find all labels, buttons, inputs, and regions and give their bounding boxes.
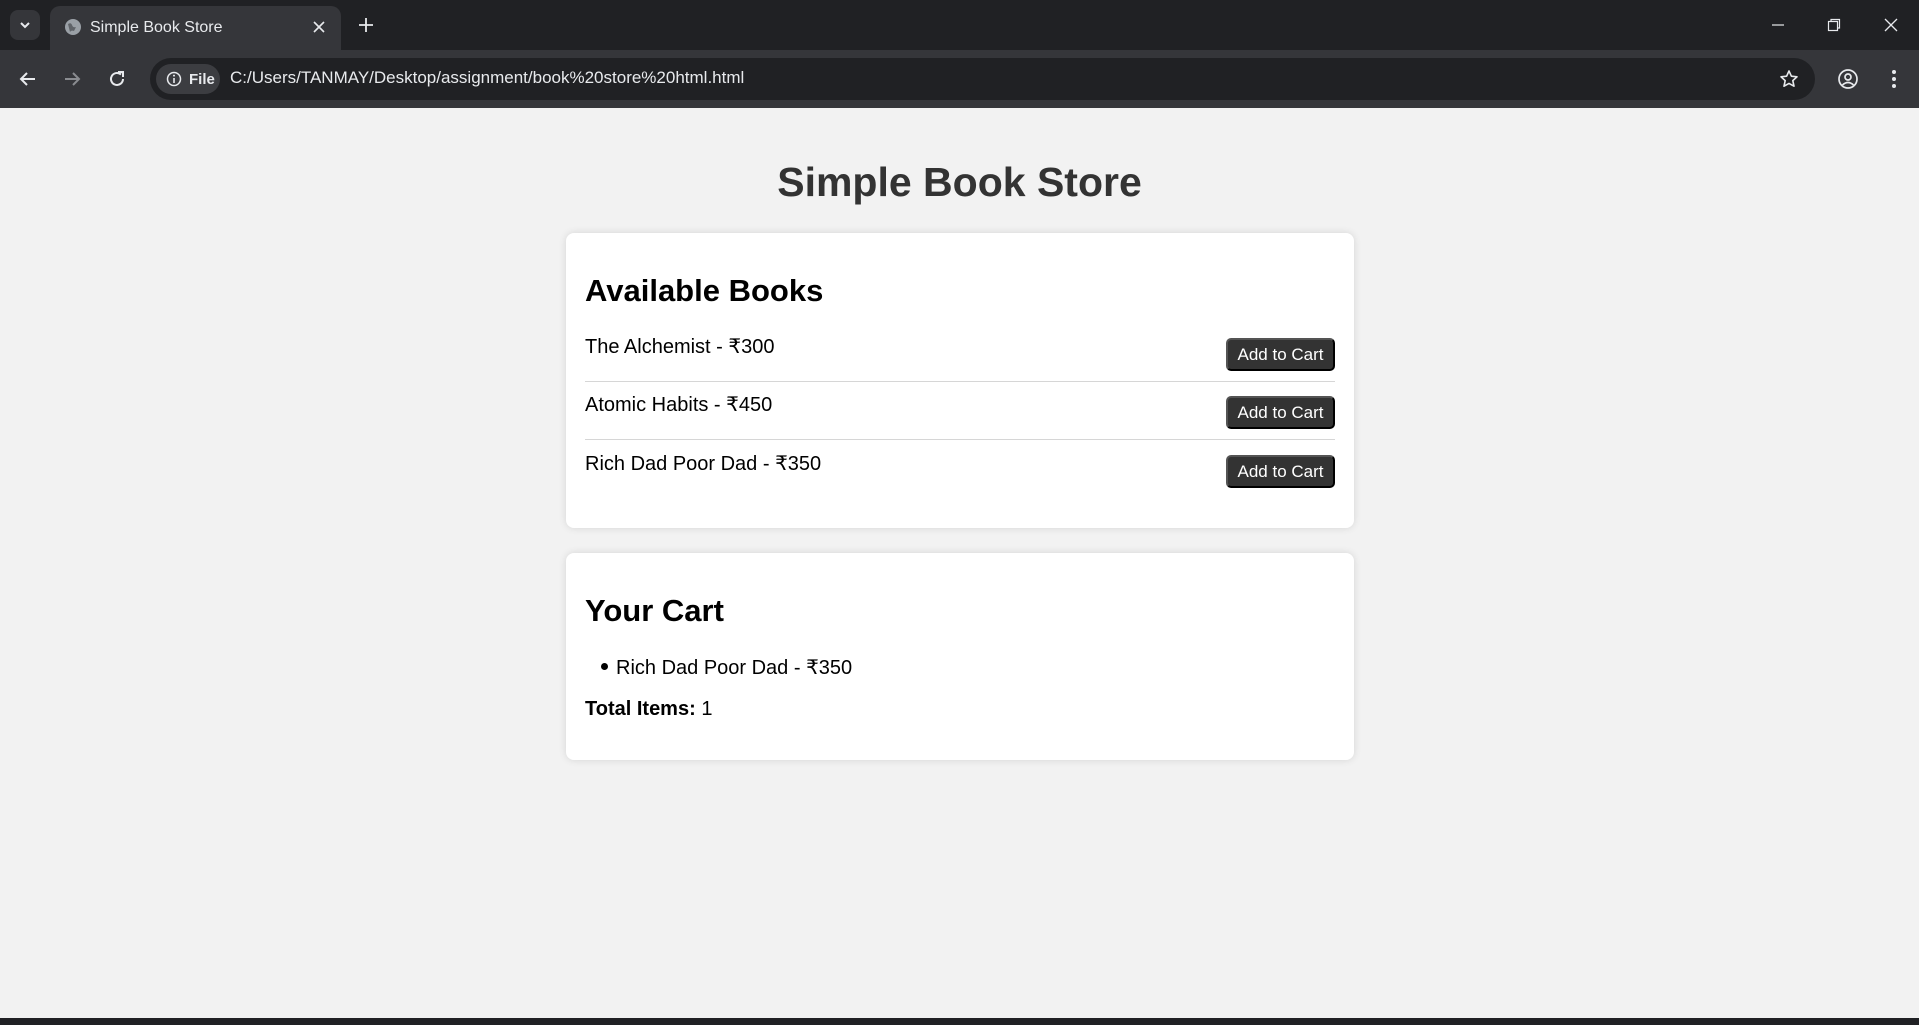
tab-search-button[interactable]: [10, 10, 40, 40]
tab-title: Simple Book Store: [90, 19, 223, 36]
add-to-cart-button[interactable]: Add to Cart: [1226, 338, 1335, 371]
browser-toolbar: File C:/Users/TANMAY/Desktop/assignment/…: [0, 50, 1919, 108]
book-row: The Alchemist - ₹300 Add to Cart: [585, 324, 1335, 382]
star-icon: [1780, 70, 1798, 87]
url-text[interactable]: C:/Users/TANMAY/Desktop/assignment/book%…: [230, 68, 744, 88]
reload-icon: [110, 71, 124, 86]
book-title-price: The Alchemist - ₹300: [585, 336, 775, 358]
browser-tab-active[interactable]: Simple Book Store: [50, 6, 341, 50]
minimize-icon: [1772, 24, 1784, 26]
plus-icon: [359, 18, 373, 32]
page-title: Simple Book Store: [777, 159, 1142, 205]
address-bar[interactable]: File C:/Users/TANMAY/Desktop/assignment/…: [150, 58, 1815, 100]
info-icon: [166, 71, 182, 87]
restore-button[interactable]: [1819, 10, 1849, 40]
profile-button[interactable]: [1833, 64, 1863, 94]
browser-tab-bar: Simple Book Store: [0, 0, 1919, 50]
forward-button[interactable]: [57, 64, 87, 94]
site-info-label: File: [189, 70, 215, 88]
reload-button[interactable]: [102, 64, 132, 94]
close-icon: [1884, 18, 1898, 32]
forward-arrow-icon: [65, 72, 81, 86]
site-info-chip[interactable]: File: [156, 64, 220, 94]
available-books-card: Available Books The Alchemist - ₹300 Add…: [566, 233, 1354, 528]
close-window-button[interactable]: [1876, 10, 1906, 40]
add-to-cart-button[interactable]: Add to Cart: [1226, 455, 1335, 488]
minimize-button[interactable]: [1763, 10, 1793, 40]
back-arrow-icon: [19, 72, 35, 86]
bullet-icon: [601, 663, 608, 670]
cart-card: Your Cart Rich Dad Poor Dad - ₹350 Total…: [566, 553, 1354, 760]
cart-heading: Your Cart: [585, 593, 724, 628]
book-title-price: Atomic Habits - ₹450: [585, 394, 773, 416]
close-tab-button[interactable]: [309, 17, 329, 37]
cart-list-item: Rich Dad Poor Dad - ₹350: [601, 655, 853, 680]
cart-item-label: Rich Dad Poor Dad - ₹350: [616, 657, 853, 679]
taskbar-edge: [0, 1018, 1919, 1025]
book-row: Rich Dad Poor Dad - ₹350 Add to Cart: [585, 441, 1335, 499]
page-content: Simple Book Store Available Books The Al…: [0, 108, 1919, 1018]
close-icon: [313, 21, 325, 33]
new-tab-button[interactable]: [352, 11, 380, 39]
restore-icon: [1827, 18, 1841, 32]
back-button[interactable]: [13, 64, 43, 94]
book-row: Atomic Habits - ₹450 Add to Cart: [585, 382, 1335, 440]
bookmark-button[interactable]: [1777, 67, 1801, 91]
book-title-price: Rich Dad Poor Dad - ₹350: [585, 453, 822, 475]
cart-total: Total Items: 1: [585, 698, 712, 721]
kebab-menu-icon: [1892, 70, 1896, 88]
profile-icon: [1838, 69, 1858, 89]
chevron-down-icon: [20, 22, 30, 29]
browser-menu-button[interactable]: [1879, 64, 1909, 94]
available-books-heading: Available Books: [585, 273, 824, 308]
total-items-label: Total Items:: [585, 698, 696, 720]
globe-icon: [65, 19, 81, 35]
total-items-value: 1: [701, 698, 713, 720]
add-to-cart-button[interactable]: Add to Cart: [1226, 396, 1335, 429]
